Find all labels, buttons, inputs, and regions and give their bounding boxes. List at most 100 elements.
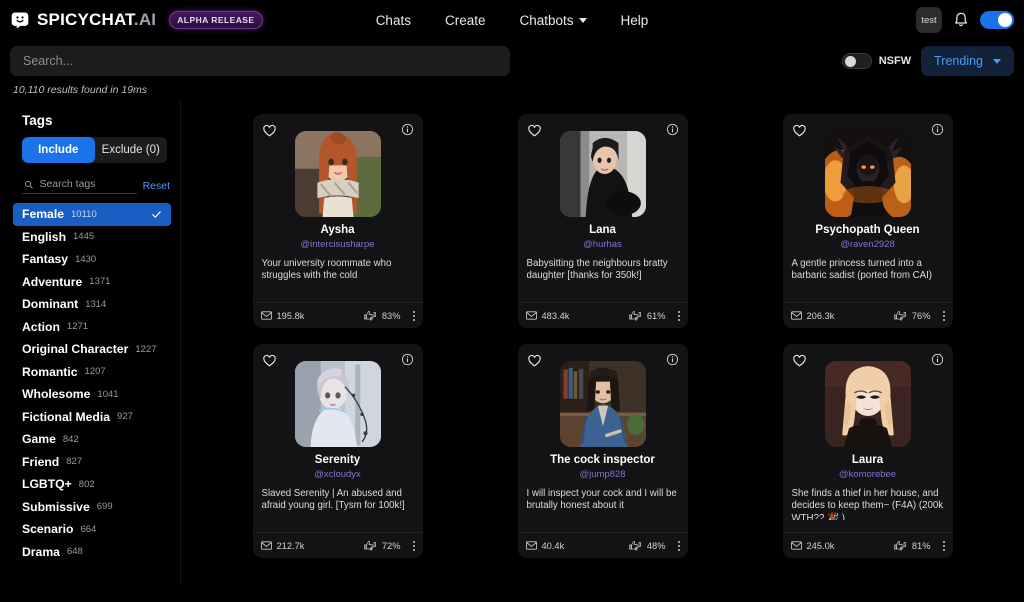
rating-stat: 81% [893,540,931,551]
info-icon[interactable] [401,353,414,366]
avatar-art [824,131,911,217]
card-description: She finds a thief in her house, and deci… [791,488,944,520]
page-body: Tags Include Exclude (0) Reset Female 10… [0,100,1024,584]
message-count-stat: 245.0k [790,540,835,551]
nav-label-create: Create [444,12,486,28]
tag-item-friend[interactable]: Friend 827 [0,451,180,474]
brand-name: SPICYCHAT.AI [37,10,156,30]
message-count-value: 212.7k [276,540,305,551]
search-input[interactable] [10,46,510,76]
message-count-icon [260,541,272,550]
character-card[interactable]: Aysha @intercisusharpe Your university r… [252,114,423,328]
heart-icon[interactable] [262,123,277,138]
character-avatar-image [559,131,646,217]
tag-item-fantasy[interactable]: Fantasy 1430 [0,248,180,271]
tag-label: Romantic [22,364,78,379]
nav-item-chats[interactable]: Chats [376,13,411,28]
tag-item-scenario[interactable]: Scenario 664 [0,518,180,541]
nav-item-create[interactable]: Create [445,13,486,28]
brand-name-suffix: .AI [133,10,157,29]
more-options-icon[interactable] [942,540,945,551]
card-creator-handle[interactable]: @intercisusharpe [253,239,423,250]
exclude-button[interactable]: Exclude (0) [95,137,168,163]
more-options-icon[interactable] [412,310,415,321]
message-count-stat: 212.7k [260,540,305,551]
sort-dropdown-button[interactable]: Trending [921,46,1014,76]
tag-search-input[interactable] [39,178,135,190]
notification-bell-icon[interactable] [952,11,970,29]
more-options-icon[interactable] [677,540,680,551]
tag-item-wholesome[interactable]: Wholesome 1041 [0,383,180,406]
tag-item-action[interactable]: Action 1271 [0,316,180,339]
more-options-icon[interactable] [677,310,680,321]
card-character-name: Serenity [314,454,361,466]
avatar-art [559,361,646,447]
nsfw-control[interactable]: NSFW [841,53,911,69]
info-icon[interactable] [666,123,679,136]
nav-item-help[interactable]: Help [621,13,649,28]
heart-icon[interactable] [792,123,807,138]
card-description: Slaved Serenity | An abused and afraid y… [261,488,405,512]
info-icon[interactable] [931,123,944,136]
message-count-value: 195.8k [276,310,305,321]
card-creator-handle[interactable]: @raven2928 [783,239,953,250]
thumbs-rating-icon [364,311,376,321]
tag-search-field[interactable] [22,178,137,194]
tag-count: 802 [78,478,95,490]
card-footer: 195.8k 83% [252,302,423,328]
card-header [783,114,953,217]
rating-stat: 83% [363,310,401,321]
tag-label: Fictional Media [22,409,111,424]
tag-item-english[interactable]: English 1445 [0,226,180,249]
message-count-value: 245.0k [806,540,835,551]
tag-item-drama[interactable]: Drama 648 [0,541,180,564]
info-icon[interactable] [666,353,679,366]
heart-icon[interactable] [262,353,277,368]
nav-label-help: Help [620,12,649,28]
tag-item-lgbtq[interactable]: LGBTQ+ 802 [0,473,180,496]
tag-item-dominant[interactable]: Dominant 1314 [0,293,180,316]
more-options-icon[interactable] [412,540,415,551]
tag-count: 1371 [89,276,111,288]
character-card[interactable]: Lana @hurhas Babysitting the neighbours … [517,114,688,328]
character-card[interactable]: The cock inspector @jump828 I will inspe… [517,344,688,558]
theme-toggle[interactable] [980,11,1014,29]
character-card[interactable]: Psychopath Queen @raven2928 A gentle pri… [782,114,953,328]
card-creator-handle[interactable]: @xcloudyx [253,469,423,480]
tag-item-game[interactable]: Game 842 [0,428,180,451]
tag-label: Friend [22,454,60,469]
message-count-icon [790,541,802,550]
heart-icon[interactable] [527,353,542,368]
character-grid: Aysha @intercisusharpe Your university r… [181,114,1024,558]
nsfw-toggle[interactable] [841,53,872,69]
search-row-controls: NSFW Trending [841,46,1014,76]
tag-item-submissive[interactable]: Submissive 699 [0,496,180,519]
header-actions: test [916,0,1014,40]
heart-icon[interactable] [792,353,807,368]
avatar-art [559,131,646,217]
character-card[interactable]: Laura @komorebee She finds a thief in he… [782,344,953,558]
card-footer: 206.3k 76% [782,302,953,328]
brand-logo-group[interactable]: SPICYCHAT.AI ALPHA RELEASE [0,10,263,30]
tags-sidebar: Tags Include Exclude (0) Reset Female 10… [0,100,181,584]
tag-label: Original Character [22,342,129,357]
reset-tags-link[interactable]: Reset [143,180,170,192]
nav-item-chatbots[interactable]: Chatbots [520,13,587,28]
card-footer: 40.4k 48% [517,532,688,558]
info-icon[interactable] [931,353,944,366]
tag-item-adventure[interactable]: Adventure 1371 [0,271,180,294]
more-options-icon[interactable] [942,310,945,321]
card-creator-handle[interactable]: @komorebee [783,469,953,480]
info-icon[interactable] [401,123,414,136]
character-card[interactable]: Serenity @xcloudyx Slaved Serenity | An … [252,344,423,558]
heart-icon[interactable] [527,123,542,138]
tag-item-romantic[interactable]: Romantic 1207 [0,361,180,384]
include-button[interactable]: Include [22,137,95,163]
tag-item-female[interactable]: Female 10110 [13,203,171,226]
tag-item-original-character[interactable]: Original Character 1227 [0,338,180,361]
card-creator-handle[interactable]: @jump828 [518,469,688,480]
message-count-stat: 206.3k [790,311,834,321]
tag-item-fictional-media[interactable]: Fictional Media 927 [0,406,180,429]
avatar[interactable]: test [916,7,942,33]
card-creator-handle[interactable]: @hurhas [518,239,688,250]
